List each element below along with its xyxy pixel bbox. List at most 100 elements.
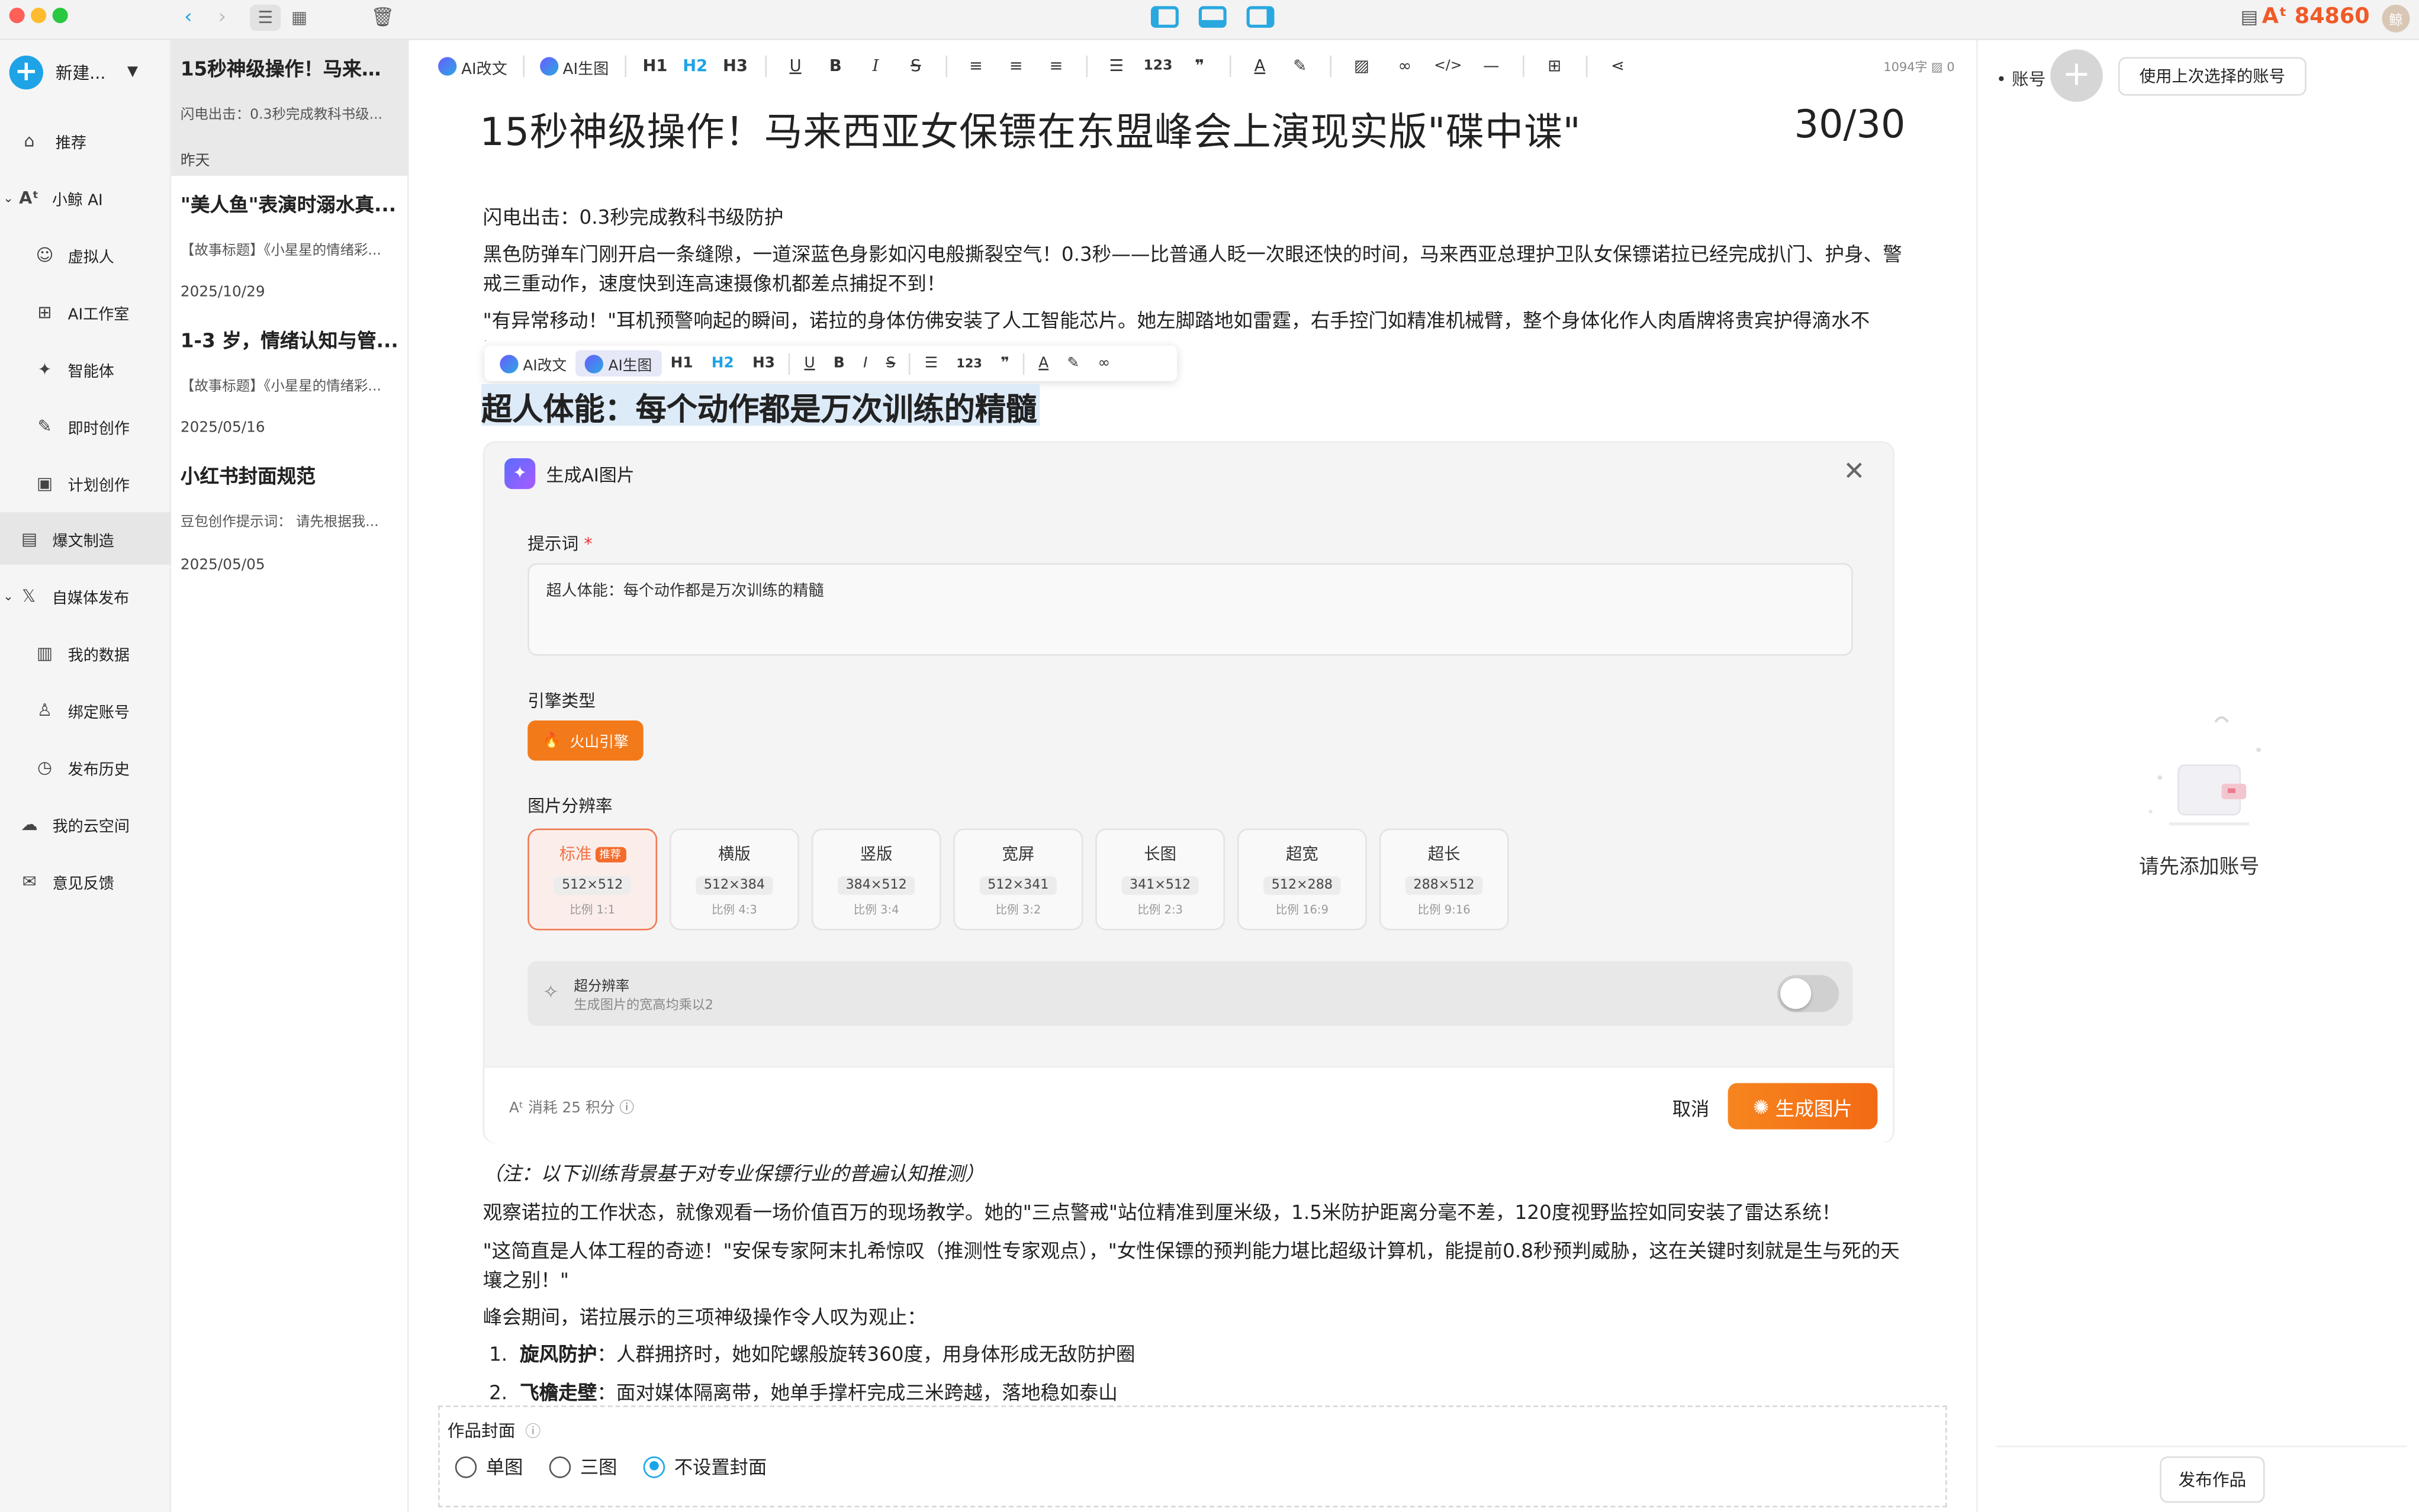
heading3-button[interactable]: H3 [715,51,755,82]
user-avatar[interactable]: 鲸 [2382,4,2410,33]
highlight-icon[interactable]: ✎ [1058,350,1089,377]
heading2-button[interactable]: H2 [702,350,743,377]
share-icon[interactable]: ⋖ [1596,51,1639,82]
cover-single-radio[interactable] [455,1455,477,1478]
align-center-icon[interactable]: ≡ [996,51,1036,82]
super-resolution-toggle[interactable] [1777,975,1839,1012]
sidebar-item-feedback[interactable]: ✉ 意见反馈 [0,855,171,908]
add-account-button[interactable]: + [2050,49,2103,102]
sidebar-item-cloud-space[interactable]: ☁ 我的云空间 [0,797,171,850]
bold-icon[interactable]: B [824,350,854,377]
code-icon[interactable]: </> [1426,51,1469,82]
layout-bottom-panel-icon[interactable] [1198,6,1227,28]
list-item-title[interactable]: 15秒神级操作！马来西... [181,53,400,82]
paragraph[interactable]: 黑色防弹车门刚开启一条缝隙，一道深蓝色身影如闪电般撕裂空气！0.3秒——比普通人… [483,239,1902,298]
sidebar-item-my-data[interactable]: ▥ 我的数据 [0,626,171,679]
list-item-title[interactable]: 小红书封面规范 [181,460,400,490]
heading3-button[interactable]: H3 [743,350,784,377]
sidebar-item-viral-article[interactable]: ▤ 爆文制造 [0,512,172,565]
sidebar-item-agents[interactable]: ✦ 智能体 [0,343,171,395]
info-icon[interactable]: ⓘ [619,1100,634,1117]
resolution-option-landscape[interactable]: 横版 512×384 比例 4:3 [669,828,799,931]
prompt-input[interactable]: 超人体能：每个动作都是万次训练的精髓 [527,563,1853,656]
underline-icon[interactable]: U [795,350,824,377]
paragraph[interactable]: 观察诺拉的工作状态，就像观看一场价值百万的现场教学。她的"三点警戒"站位精准到厘… [483,1197,1902,1227]
strikethrough-icon[interactable]: S [896,51,936,82]
forward-arrow-icon[interactable]: › [208,6,236,29]
bold-icon[interactable]: B [815,51,855,82]
insert-image-icon[interactable]: ▨ [1340,51,1383,82]
engine-volcano-button[interactable]: 🔥 火山引擎 [527,720,644,761]
quote-icon[interactable]: ❞ [1179,51,1220,82]
underline-icon[interactable]: U [776,51,816,82]
quote-icon[interactable]: ❞ [992,350,1019,377]
paragraph[interactable]: "这简直是人体工程的奇迹！"安保专家阿末扎希惊叹（推测性专家观点），"女性保镖的… [483,1236,1902,1294]
ai-image-button[interactable]: AI生图 [575,350,661,377]
use-last-account-button[interactable]: 使用上次选择的账号 [2118,57,2307,96]
list-item[interactable]: 1. 旋风防护：人群拥挤时，她如陀螺般旋转360度，用身体形成无敌防护圈 [483,1339,1902,1369]
trash-icon[interactable]: 🗑 [369,6,397,27]
paragraph[interactable]: 闪电出击：0.3秒完成教科书级防护 [483,202,1902,231]
align-left-icon[interactable]: ≡ [956,51,996,82]
highlight-icon[interactable]: ✎ [1280,51,1320,82]
publish-button[interactable]: 发布作品 [2160,1456,2265,1503]
resolution-option-long[interactable]: 长图 341×512 比例 2:3 [1095,828,1225,931]
close-window-button[interactable] [9,8,25,24]
selected-heading[interactable]: 超人体能：每个动作都是万次训练的精髓 [481,384,1040,427]
numbered-list-icon[interactable]: 123 [947,350,992,377]
ai-image-button[interactable]: AI生图 [533,51,615,82]
heading1-button[interactable]: H1 [635,51,675,82]
heading2-button[interactable]: H2 [675,51,715,82]
bullet-list-icon[interactable]: ☰ [1096,51,1137,82]
paragraph[interactable]: "有异常移动！"耳机预警响起的瞬间，诺拉的身体仿佛安装了人工智能芯片。她左脚踏地… [483,305,1902,341]
italic-icon[interactable]: I [855,51,896,82]
align-right-icon[interactable]: ≡ [1036,51,1076,82]
resolution-option-portrait[interactable]: 竖版 384×512 比例 3:4 [811,828,941,931]
table-icon[interactable]: ⊞ [1533,51,1576,82]
strikethrough-icon[interactable]: S [877,350,905,377]
link-icon[interactable]: ∞ [1383,51,1426,82]
generate-image-button[interactable]: ✺ 生成图片 [1728,1083,1878,1130]
article-title-input[interactable]: 15秒神级操作！马来西亚女保镖在东盟峰会上演现实版"碟中谍" [480,102,1581,157]
info-icon[interactable]: ⓘ [525,1424,541,1441]
new-button[interactable]: + 新建... ▼ [9,53,160,93]
sidebar-item-planned-create[interactable]: ▣ 计划创作 [0,456,171,509]
font-color-icon[interactable]: A [1240,51,1280,82]
ai-rewrite-button[interactable]: AI改文 [491,350,576,377]
minimize-window-button[interactable] [31,8,47,24]
cover-triple-radio[interactable] [549,1455,571,1478]
resolution-option-ultralong[interactable]: 超长 288×512 比例 9:16 [1379,828,1509,931]
maximize-window-button[interactable] [52,8,68,24]
sidebar-item-virtual-human[interactable]: ☺ 虚拟人 [0,229,171,281]
resolution-option-widescreen[interactable]: 宽屏 512×341 比例 3:2 [953,828,1083,931]
resolution-option-standard[interactable]: 标准 推荐 512×512 比例 1:1 [527,828,658,931]
sidebar-item-media-publish[interactable]: ⌄ 𝕏 自媒体发布 [0,570,171,622]
grid-view-icon[interactable]: ▦ [284,5,314,31]
cancel-button[interactable]: 取消 [1657,1088,1725,1128]
close-icon[interactable]: ✕ [1843,456,1865,487]
ai-rewrite-button[interactable]: AI改文 [432,51,514,82]
bullet-list-icon[interactable]: ☰ [915,350,947,377]
italic-icon[interactable]: I [854,350,877,377]
cover-none-radio[interactable] [643,1455,665,1478]
list-item-title[interactable]: 1-3 岁，情绪认知与管... [181,324,400,353]
font-color-icon[interactable]: A [1030,350,1058,377]
heading1-button[interactable]: H1 [661,350,702,377]
sidebar-item-publish-history[interactable]: ◷ 发布历史 [0,741,171,793]
sidebar-item-instant-create[interactable]: ✎ 即时创作 [0,400,171,452]
back-arrow-icon[interactable]: ‹ [174,6,202,29]
horizontal-rule-icon[interactable]: — [1469,51,1513,82]
list-item-title[interactable]: "美人鱼"表演时溺水真... [181,188,400,218]
points-balance[interactable]: Aᵗ 84860 [2262,5,2370,30]
calendar-icon[interactable]: ▤ [2235,6,2263,27]
numbered-list-icon[interactable]: 123 [1136,51,1179,82]
layout-right-panel-icon[interactable] [1246,6,1275,28]
sidebar-item-recommend[interactable]: ⌂ 推荐 [0,114,171,167]
resolution-option-ultrawide[interactable]: 超宽 512×288 比例 16:9 [1237,828,1367,931]
sidebar-item-xiaojing-ai[interactable]: ⌄ Aᵗ 小鲸 AI [0,171,171,224]
list-view-icon[interactable]: ☰ [250,4,281,31]
note-paragraph[interactable]: （注：以下训练背景基于对专业保镖行业的普遍认知推测） [483,1159,1902,1188]
sidebar-item-bind-account[interactable]: ♙ 绑定账号 [0,684,171,736]
layout-left-panel-icon[interactable] [1151,6,1179,28]
paragraph[interactable]: 峰会期间，诺拉展示的三项神级操作令人叹为观止： [483,1302,1902,1332]
